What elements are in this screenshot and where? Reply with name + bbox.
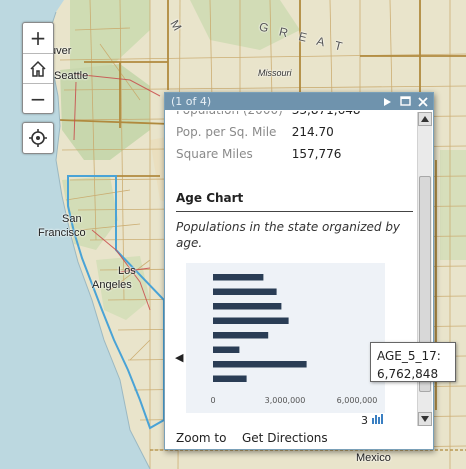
popup-header: (1 of 4) <box>165 93 433 110</box>
arrow-down-icon <box>421 416 429 422</box>
info-popup: (1 of 4) Population (2000) 33,871,648 Po… <box>164 92 434 450</box>
zoom-to-link[interactable]: Zoom to <box>176 431 226 445</box>
home-button[interactable] <box>23 53 53 83</box>
map-label-san-francisco-2: Francisco <box>38 227 86 239</box>
attribute-name: Pop. per Sq. Mile <box>176 125 277 139</box>
chart-bar[interactable] <box>213 332 269 339</box>
scroll-down-button[interactable] <box>418 412 432 426</box>
attribute-table: Population (2000) 33,871,648 Pop. per Sq… <box>176 111 360 169</box>
attribute-row: Square Miles 157,776 <box>176 147 360 169</box>
attribute-value: 214.70 <box>291 125 334 139</box>
home-icon <box>30 60 46 77</box>
attribute-name: Population (2000) <box>176 111 292 125</box>
chart-bar[interactable] <box>213 303 282 310</box>
chart-bar[interactable] <box>213 274 264 281</box>
get-directions-link[interactable]: Get Directions <box>242 431 328 445</box>
map-label-los-angeles-2: Angeles <box>92 279 132 291</box>
map-label-missouri: Missouri <box>258 68 292 78</box>
previous-chart-button[interactable]: ◀ <box>175 351 183 364</box>
scroll-up-button[interactable] <box>418 112 432 126</box>
x-tick-label: 0 <box>210 396 215 405</box>
chart-bar[interactable] <box>213 346 240 354</box>
chart-description: Populations in the state organized by ag… <box>176 220 401 250</box>
play-icon <box>384 97 391 106</box>
map-label-san-francisco-1: San <box>62 213 82 225</box>
locate-icon <box>29 129 47 147</box>
maximize-icon <box>399 96 411 106</box>
zoom-out-button[interactable]: − <box>23 83 53 113</box>
locate-button[interactable] <box>22 122 54 154</box>
next-feature-button[interactable] <box>379 94 395 110</box>
chart-bar[interactable] <box>213 361 307 368</box>
chart-page-number: 3 <box>361 414 368 426</box>
popup-footer: Zoom to Get Directions <box>165 429 433 449</box>
tooltip-label: AGE_5_17: <box>377 349 441 363</box>
maximize-button[interactable] <box>397 94 413 110</box>
attribute-name: Square Miles <box>176 147 253 161</box>
attribute-row: Population (2000) 33,871,648 <box>176 111 360 125</box>
map-label-los-angeles-1: Los <box>118 265 136 277</box>
chart-title: Age Chart <box>176 191 244 205</box>
chart-title-divider <box>176 211 413 212</box>
chart-bar[interactable] <box>213 317 289 325</box>
bar-chart-icon[interactable] <box>371 412 385 424</box>
map-label-seattle: Seattle <box>54 70 89 82</box>
arrow-up-icon <box>421 116 429 122</box>
zoom-controls: + − <box>22 22 54 114</box>
popup-pager: (1 of 4) <box>171 95 212 108</box>
map-label-mexico: Mexico <box>356 452 391 464</box>
zoom-in-button[interactable]: + <box>23 23 53 53</box>
x-tick-label: 6,000,000 <box>337 396 378 405</box>
tooltip-value: 6,762,848 <box>377 367 439 381</box>
age-chart-svg: 0 3,000,000 6,000,000 <box>210 274 378 405</box>
age-chart: 0 3,000,000 6,000,000 <box>186 263 385 413</box>
close-button[interactable] <box>415 94 431 110</box>
close-icon <box>418 96 428 107</box>
chart-tooltip: AGE_5_17: 6,762,848 <box>370 342 456 382</box>
x-tick-label: 3,000,000 <box>265 396 306 405</box>
attribute-row: Pop. per Sq. Mile 214.70 <box>176 125 360 147</box>
attribute-value: 33,871,648 <box>292 111 361 125</box>
chart-bar[interactable] <box>213 288 277 296</box>
attribute-value: 157,776 <box>291 147 342 161</box>
chart-bar[interactable] <box>213 375 247 383</box>
